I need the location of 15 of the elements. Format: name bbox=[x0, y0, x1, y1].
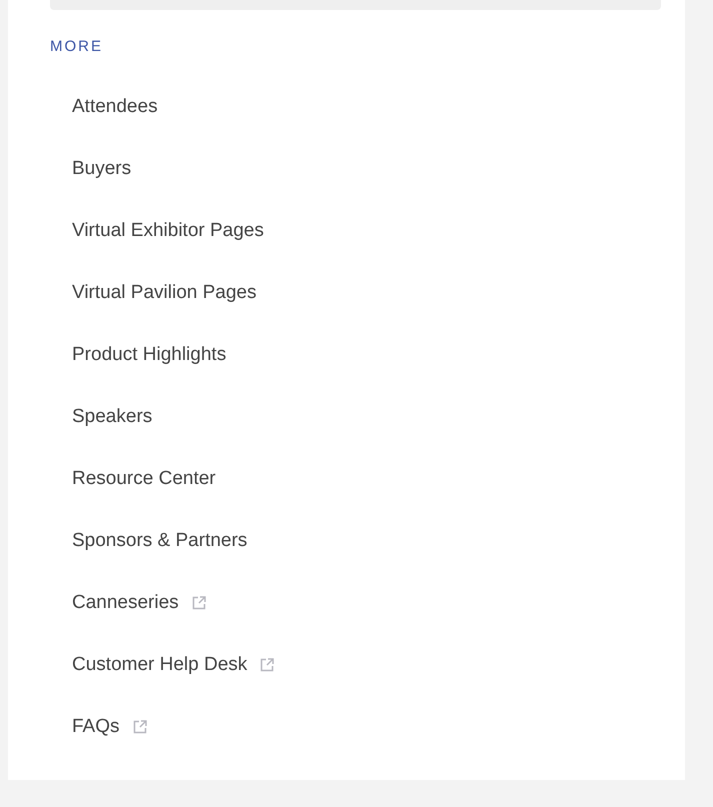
menu-link[interactable]: Product Highlights bbox=[72, 324, 226, 386]
menu-link[interactable]: Virtual Pavilion Pages bbox=[72, 262, 256, 324]
menu-link[interactable]: Buyers bbox=[72, 138, 132, 200]
external-link-icon bbox=[190, 595, 207, 611]
menu-link[interactable]: Virtual Exhibitor Pages bbox=[72, 200, 264, 262]
menu-link[interactable]: Attendees bbox=[72, 76, 158, 138]
menu-link[interactable]: FAQs bbox=[72, 696, 148, 758]
external-link-icon bbox=[259, 657, 276, 673]
section-heading: MORE bbox=[50, 38, 104, 55]
menu-link[interactable]: Customer Help Desk bbox=[72, 634, 276, 696]
menu-link[interactable]: Sponsors & Partners bbox=[72, 510, 248, 572]
external-link-icon bbox=[132, 719, 148, 735]
menu-link[interactable]: Speakers bbox=[72, 386, 152, 448]
menu-link[interactable]: Canneseries bbox=[72, 572, 207, 634]
menu-link[interactable]: Resource Center bbox=[72, 448, 216, 510]
